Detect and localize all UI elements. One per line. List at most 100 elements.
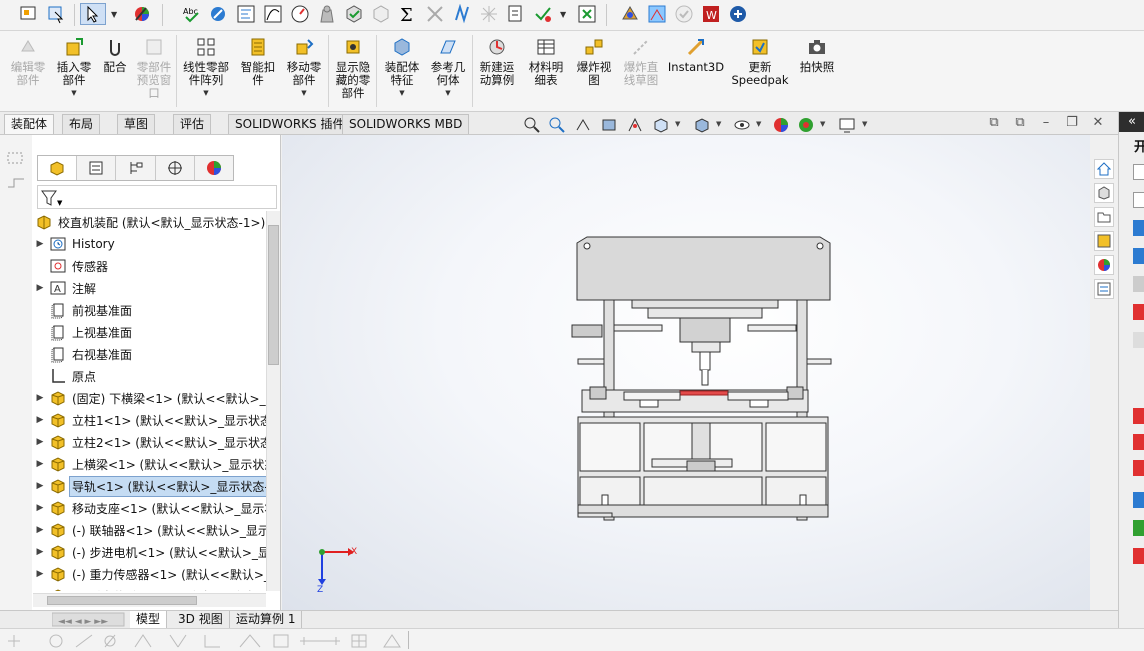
tree-item[interactable]: ▶ 导轨<1> (默认<<默认>_显示状态-1>): [33, 475, 266, 497]
tree-item[interactable]: ▶(-) 重力传感器<2> (默认<<默认>_显示状态-1>): [33, 585, 266, 591]
chevron-down-icon[interactable]: ▼: [862, 120, 867, 128]
tile-left-icon[interactable]: ⧉: [986, 115, 1002, 131]
tree-item[interactable]: 原点: [33, 365, 266, 387]
display-manager-tab-icon[interactable]: [195, 156, 233, 180]
section-view-icon[interactable]: [600, 116, 618, 134]
tree-item[interactable]: ▶ A 注解: [33, 277, 266, 299]
share-icon[interactable]: [1133, 492, 1144, 508]
tab-3d-view[interactable]: 3D 视图: [172, 611, 230, 628]
tab-motion-study[interactable]: 运动算例 1: [230, 611, 303, 628]
tree-item[interactable]: ▶ (-) 步进电机<1> (默认<<默认>_显示状态-1>): [33, 541, 266, 563]
tree-item[interactable]: ▶ (固定) 下横梁<1> (默认<<默认>_显示状态-1>): [33, 387, 266, 409]
collapse-task-pane-icon[interactable]: «: [1119, 112, 1144, 132]
tree-item[interactable]: ▶ 立柱1<1> (默认<<默认>_显示状态-1>): [33, 409, 266, 431]
expand-arrow-icon[interactable]: ▶: [33, 239, 47, 249]
interference-icon[interactable]: [424, 3, 446, 25]
tree-item[interactable]: ▶ (-) 重力传感器<1> (默认<<默认>_显示状态-1>): [33, 563, 266, 585]
tab-assembly[interactable]: 装配体: [4, 114, 55, 134]
expand-arrow-icon[interactable]: ▶: [33, 547, 47, 557]
move-component-button[interactable]: 移动零 部件 ▼: [282, 36, 326, 110]
tree-item[interactable]: 传感器: [33, 255, 266, 277]
tree-root[interactable]: 校直机装配 (默认<默认_显示状态-1>): [33, 211, 266, 233]
gauge-icon[interactable]: [289, 3, 311, 25]
spell-check-icon[interactable]: Abc: [181, 3, 203, 25]
tree-item[interactable]: 右视基准面: [33, 343, 266, 365]
new-motion-study-button[interactable]: 新建运 动算例: [475, 36, 519, 110]
check-icon[interactable]: [370, 3, 392, 25]
printing-icon[interactable]: [1133, 548, 1144, 564]
scroll-thumb[interactable]: [47, 596, 197, 605]
expand-arrow-icon[interactable]: ▶: [33, 503, 47, 513]
custom-properties-icon[interactable]: [1133, 520, 1144, 536]
previous-view-icon[interactable]: [574, 116, 592, 134]
dimxpert-tab-icon[interactable]: [156, 156, 195, 180]
folder-icon[interactable]: [1094, 207, 1114, 227]
accept-icon[interactable]: [673, 3, 695, 25]
cube-check-icon[interactable]: [343, 3, 365, 25]
sketch-tools-icons[interactable]: [0, 629, 420, 651]
appearance-icon[interactable]: [131, 3, 153, 25]
tab-layout[interactable]: 布局: [62, 114, 101, 134]
mass-icon[interactable]: [316, 3, 338, 25]
explode-icon[interactable]: [478, 3, 500, 25]
word-icon[interactable]: W: [700, 3, 722, 25]
expand-arrow-icon[interactable]: ▶: [33, 437, 47, 447]
minimize-icon[interactable]: –: [1038, 115, 1054, 131]
expand-arrow-icon[interactable]: ▶: [33, 481, 47, 491]
tree-item[interactable]: 前视基准面: [33, 299, 266, 321]
expand-arrow-icon[interactable]: ▶: [33, 393, 47, 403]
image-icon[interactable]: [1133, 192, 1144, 208]
tab-evaluate[interactable]: 评估: [173, 114, 212, 134]
tree-item[interactable]: ▶ 立柱2<1> (默认<<默认>_显示状态-1>): [33, 431, 266, 453]
chevron-down-icon[interactable]: ▼: [71, 89, 76, 97]
render-icon[interactable]: [646, 3, 668, 25]
component-preview-button[interactable]: 零部件 预览窗 口: [132, 36, 176, 110]
expand-arrow-icon[interactable]: ▶: [33, 525, 47, 535]
view-settings-icon[interactable]: [838, 116, 856, 134]
close-icon[interactable]: ✕: [1090, 115, 1106, 131]
home-icon[interactable]: [1094, 159, 1114, 179]
curve-icon[interactable]: [262, 3, 284, 25]
chevron-down-icon[interactable]: ▼: [560, 10, 566, 19]
select-icon[interactable]: [45, 3, 67, 25]
reference-geometry-button[interactable]: 参考几 何体 ▼: [426, 36, 470, 110]
display-style-icon[interactable]: [693, 116, 711, 134]
apply-scene-icon[interactable]: [797, 116, 815, 134]
exit-icon[interactable]: [576, 3, 598, 25]
tree-filter[interactable]: ▼: [37, 185, 277, 209]
linear-pattern-button[interactable]: 线性零部 件阵列 ▼: [180, 36, 232, 110]
sum-icon[interactable]: Σ: [397, 3, 419, 25]
snapshot-button[interactable]: 拍快照: [794, 36, 840, 110]
appearances-icon[interactable]: [1094, 255, 1114, 275]
tree-item[interactable]: ▶ 移动支座<1> (默认<<默认>_显示状态-1>): [33, 497, 266, 519]
instant3d-button[interactable]: Instant3D: [668, 36, 724, 110]
document-icon[interactable]: [1133, 164, 1144, 180]
colors-icon[interactable]: [619, 3, 641, 25]
design-library-icon[interactable]: [1094, 183, 1114, 203]
view-orientation-icon[interactable]: [652, 116, 670, 134]
scroll-thumb[interactable]: [268, 225, 279, 365]
addin-icon[interactable]: [727, 3, 749, 25]
smart-fastener-button[interactable]: 智能扣 件: [236, 36, 280, 110]
tab-solidworks-addins[interactable]: SOLIDWORKS 插件: [228, 114, 352, 134]
solidworks-3dcontent-icon[interactable]: [1133, 460, 1144, 476]
show-hidden-components-button[interactable]: 显示隐 藏的零 部件: [331, 36, 375, 110]
section-icon[interactable]: [451, 3, 473, 25]
property-manager-tab-icon[interactable]: [77, 156, 117, 180]
solidworks-content-icon[interactable]: [1133, 408, 1144, 424]
tree-item[interactable]: ▶ History: [33, 233, 266, 255]
info-icon[interactable]: [1133, 332, 1144, 348]
assembly-model-drawing[interactable]: [282, 135, 1090, 610]
tree-item[interactable]: ▶ (-) 联轴器<1> (默认<<默认>_显示状态-1>): [33, 519, 266, 541]
chevron-down-icon[interactable]: ▼: [111, 10, 117, 19]
insert-component-button[interactable]: 插入零 部件 ▼: [52, 36, 96, 110]
solidworks-forum-icon[interactable]: [1133, 434, 1144, 450]
edit-component-button[interactable]: 编辑零 部件: [6, 36, 50, 110]
chevron-down-icon[interactable]: ▼: [203, 89, 208, 97]
expand-arrow-icon[interactable]: ▶: [33, 569, 47, 579]
chevron-down-icon[interactable]: ▼: [716, 120, 721, 128]
search-icon[interactable]: [1133, 276, 1144, 292]
select-box-icon[interactable]: [18, 3, 40, 25]
tab-sketch[interactable]: 草图: [117, 114, 156, 134]
annotation-icon[interactable]: [235, 3, 257, 25]
